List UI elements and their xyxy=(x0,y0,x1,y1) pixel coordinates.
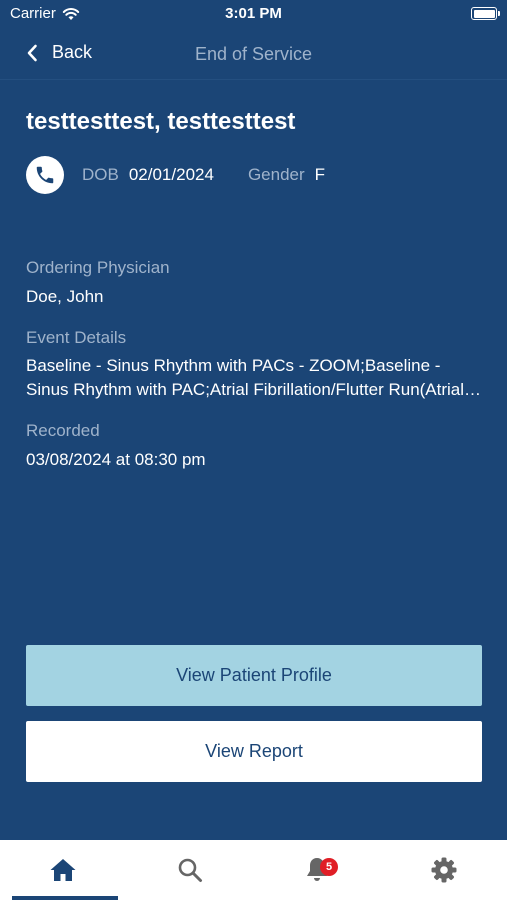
dob-label: DOB xyxy=(82,165,119,184)
search-icon xyxy=(178,858,202,882)
tab-home[interactable] xyxy=(0,840,126,900)
battery-icon xyxy=(471,7,500,20)
call-button[interactable] xyxy=(26,156,64,194)
gender-value: F xyxy=(314,165,326,184)
gear-icon xyxy=(431,857,457,883)
ordering-physician-label: Ordering Physician xyxy=(26,258,170,277)
status-bar: Carrier 3:01 PM xyxy=(0,0,507,28)
active-tab-indicator xyxy=(12,896,118,900)
recorded-label: Recorded xyxy=(26,421,100,440)
recorded-value: 03/08/2024 at 08:30 pm xyxy=(26,450,206,469)
navigation-bar: Back End of Service xyxy=(0,28,507,80)
view-patient-profile-button[interactable]: View Patient Profile xyxy=(26,645,482,706)
tab-settings[interactable] xyxy=(381,840,507,900)
tab-notifications[interactable]: 5 xyxy=(254,840,380,900)
phone-icon xyxy=(36,166,54,184)
page-title: End of Service xyxy=(194,44,313,64)
status-time: 3:01 PM xyxy=(225,5,282,22)
event-details-value: Baseline - Sinus Rhythm with PACs - ZOOM… xyxy=(26,356,465,399)
patient-info-row: DOB 02/01/2024 Gender F xyxy=(26,156,325,194)
view-report-button[interactable]: View Report xyxy=(26,721,482,782)
dob-value: 02/01/2024 xyxy=(128,165,214,184)
patient-name: testtesttest, testtesttest xyxy=(26,108,296,135)
notification-badge: 5 xyxy=(320,858,338,876)
gender-label: Gender xyxy=(247,165,305,184)
home-icon xyxy=(50,859,76,881)
tab-search[interactable] xyxy=(127,840,253,900)
ordering-physician-value: Doe, John xyxy=(26,287,104,306)
event-details-label: Event Details xyxy=(26,328,127,347)
tab-bar: 5 xyxy=(0,840,507,900)
